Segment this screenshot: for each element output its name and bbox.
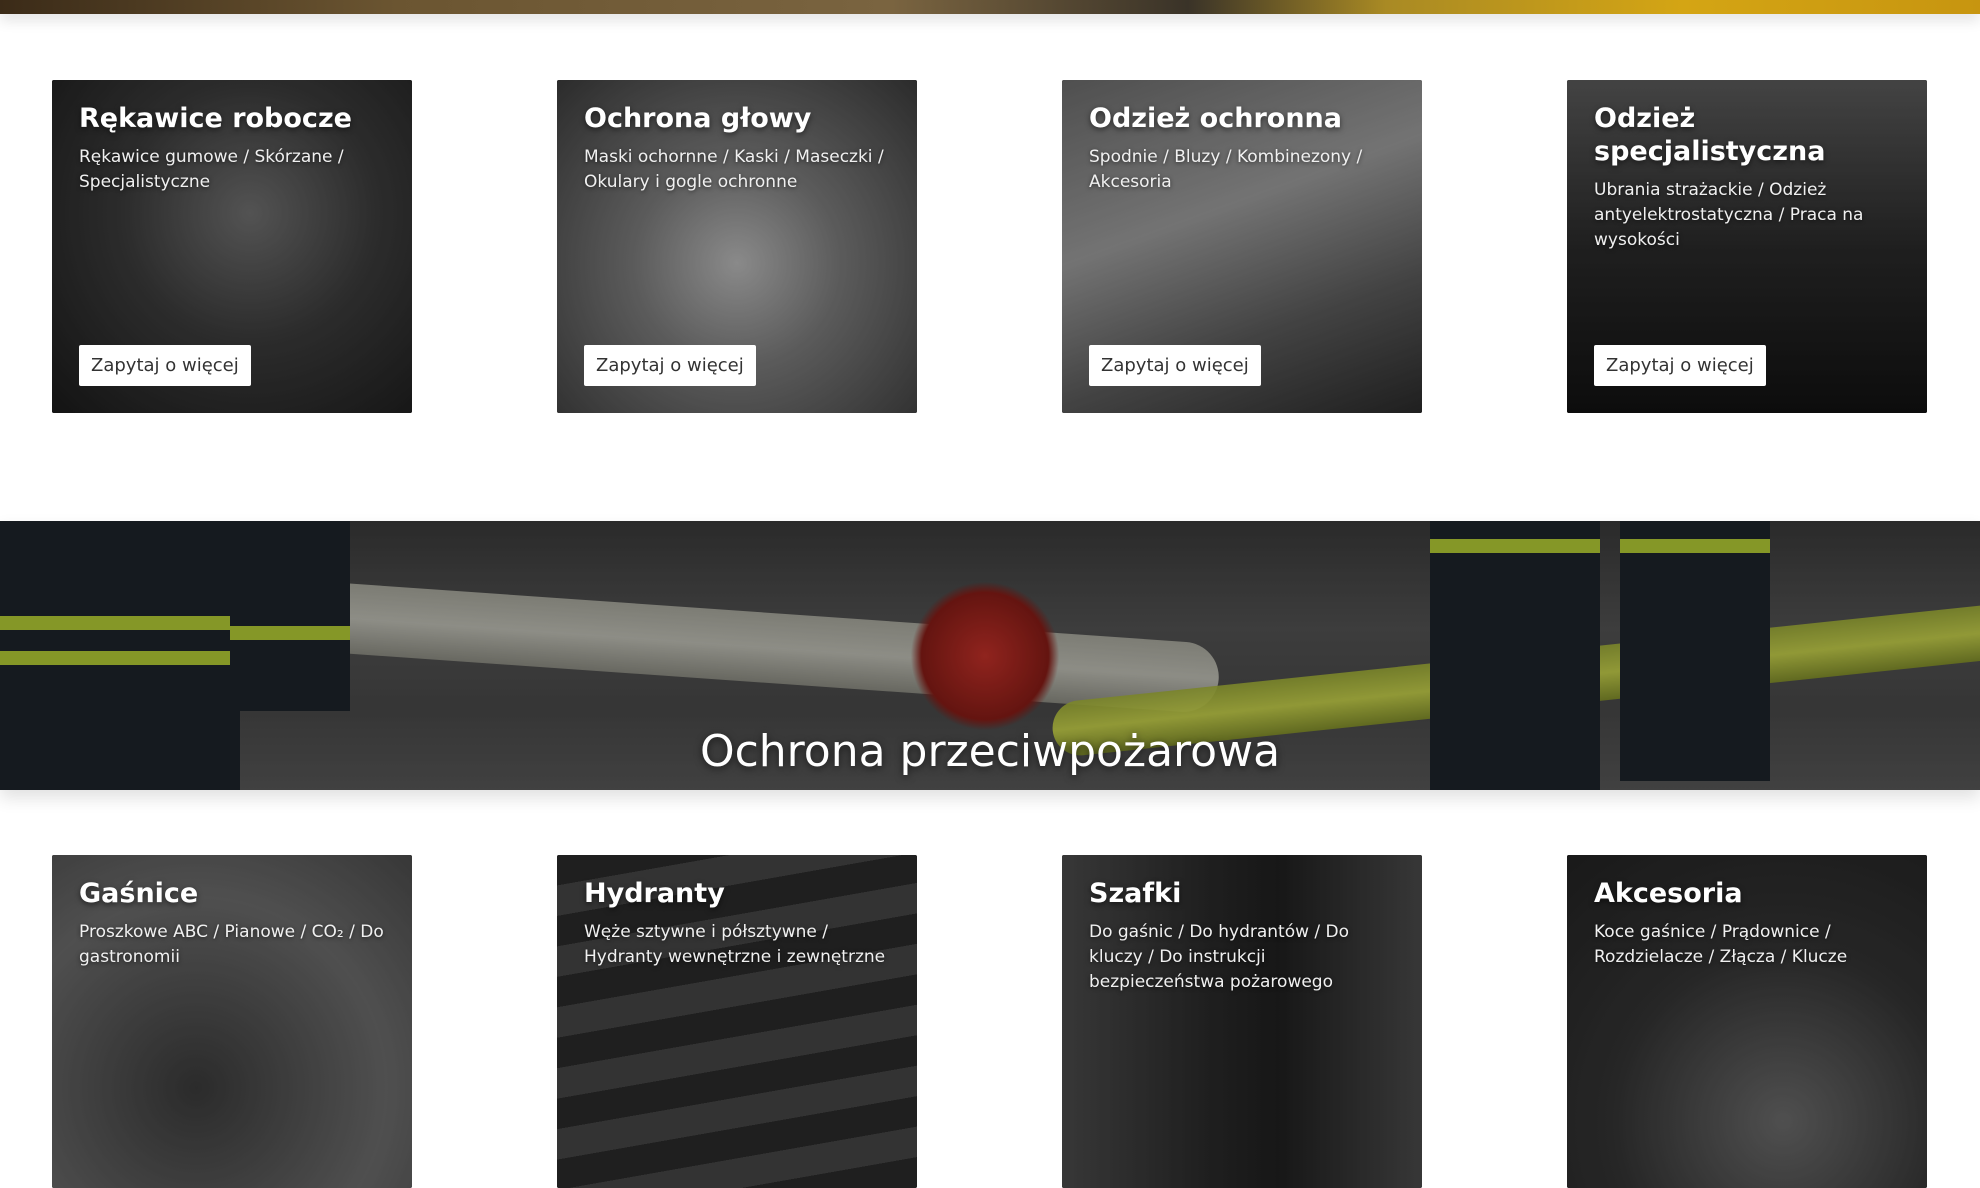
top-hero-image-strip — [0, 0, 1980, 14]
card-accessories[interactable]: Akcesoria Koce gaśnice / Prądownice / Ro… — [1567, 855, 1927, 1188]
card-description: Do gaśnic / Do hydrantów / Do kluczy / D… — [1089, 922, 1350, 992]
ask-more-button[interactable]: Zapytaj o więcej — [584, 345, 756, 386]
card-title: Odzież specjalistyczna — [1594, 103, 1826, 167]
card-description: Węże sztywne i półsztywne / Hydranty wew… — [584, 922, 886, 967]
banner-title: Ochrona przeciwpożarowa — [699, 726, 1281, 777]
card-description: Maski ochornne / Kaski / Maseczki / Okul… — [584, 147, 884, 192]
card-title: Szafki — [1089, 878, 1182, 909]
ask-more-button[interactable]: Zapytaj o więcej — [1089, 345, 1261, 386]
protective-equipment-grid: Rękawice robocze Rękawice gumowe / Skórz… — [52, 80, 1928, 413]
card-cabinets[interactable]: Szafki Do gaśnic / Do hydrantów / Do klu… — [1062, 855, 1422, 1188]
card-description: Rękawice gumowe / Skórzane / Specjalisty… — [79, 147, 344, 192]
card-title: Rękawice robocze — [79, 103, 352, 134]
card-description: Spodnie / Bluzy / Kombinezony / Akcesori… — [1089, 147, 1363, 192]
card-description: Koce gaśnice / Prądownice / Rozdzielacze… — [1594, 922, 1848, 967]
card-title: Odzież ochronna — [1089, 103, 1342, 134]
card-work-gloves[interactable]: Rękawice robocze Rękawice gumowe / Skórz… — [52, 80, 412, 413]
fire-protection-banner: Ochrona przeciwpożarowa — [0, 521, 1980, 790]
card-title: Gaśnice — [79, 878, 199, 909]
card-hydrants[interactable]: Hydranty Węże sztywne i półsztywne / Hyd… — [557, 855, 917, 1188]
card-description: Proszkowe ABC / Pianowe / CO₂ / Do gastr… — [79, 922, 384, 967]
card-extinguishers[interactable]: Gaśnice Proszkowe ABC / Pianowe / CO₂ / … — [52, 855, 412, 1188]
card-title: Ochrona głowy — [584, 103, 812, 134]
card-description: Ubrania strażackie / Odzież antyelektros… — [1594, 180, 1864, 250]
card-title: Akcesoria — [1594, 878, 1743, 909]
card-protective-clothing[interactable]: Odzież ochronna Spodnie / Bluzy / Kombin… — [1062, 80, 1422, 413]
card-specialist-clothing[interactable]: Odzież specjalistyczna Ubrania strażacki… — [1567, 80, 1927, 413]
ask-more-button[interactable]: Zapytaj o więcej — [79, 345, 251, 386]
card-title: Hydranty — [584, 878, 725, 909]
card-head-protection[interactable]: Ochrona głowy Maski ochornne / Kaski / M… — [557, 80, 917, 413]
fire-protection-grid: Gaśnice Proszkowe ABC / Pianowe / CO₂ / … — [52, 855, 1928, 1188]
ask-more-button[interactable]: Zapytaj o więcej — [1594, 345, 1766, 386]
